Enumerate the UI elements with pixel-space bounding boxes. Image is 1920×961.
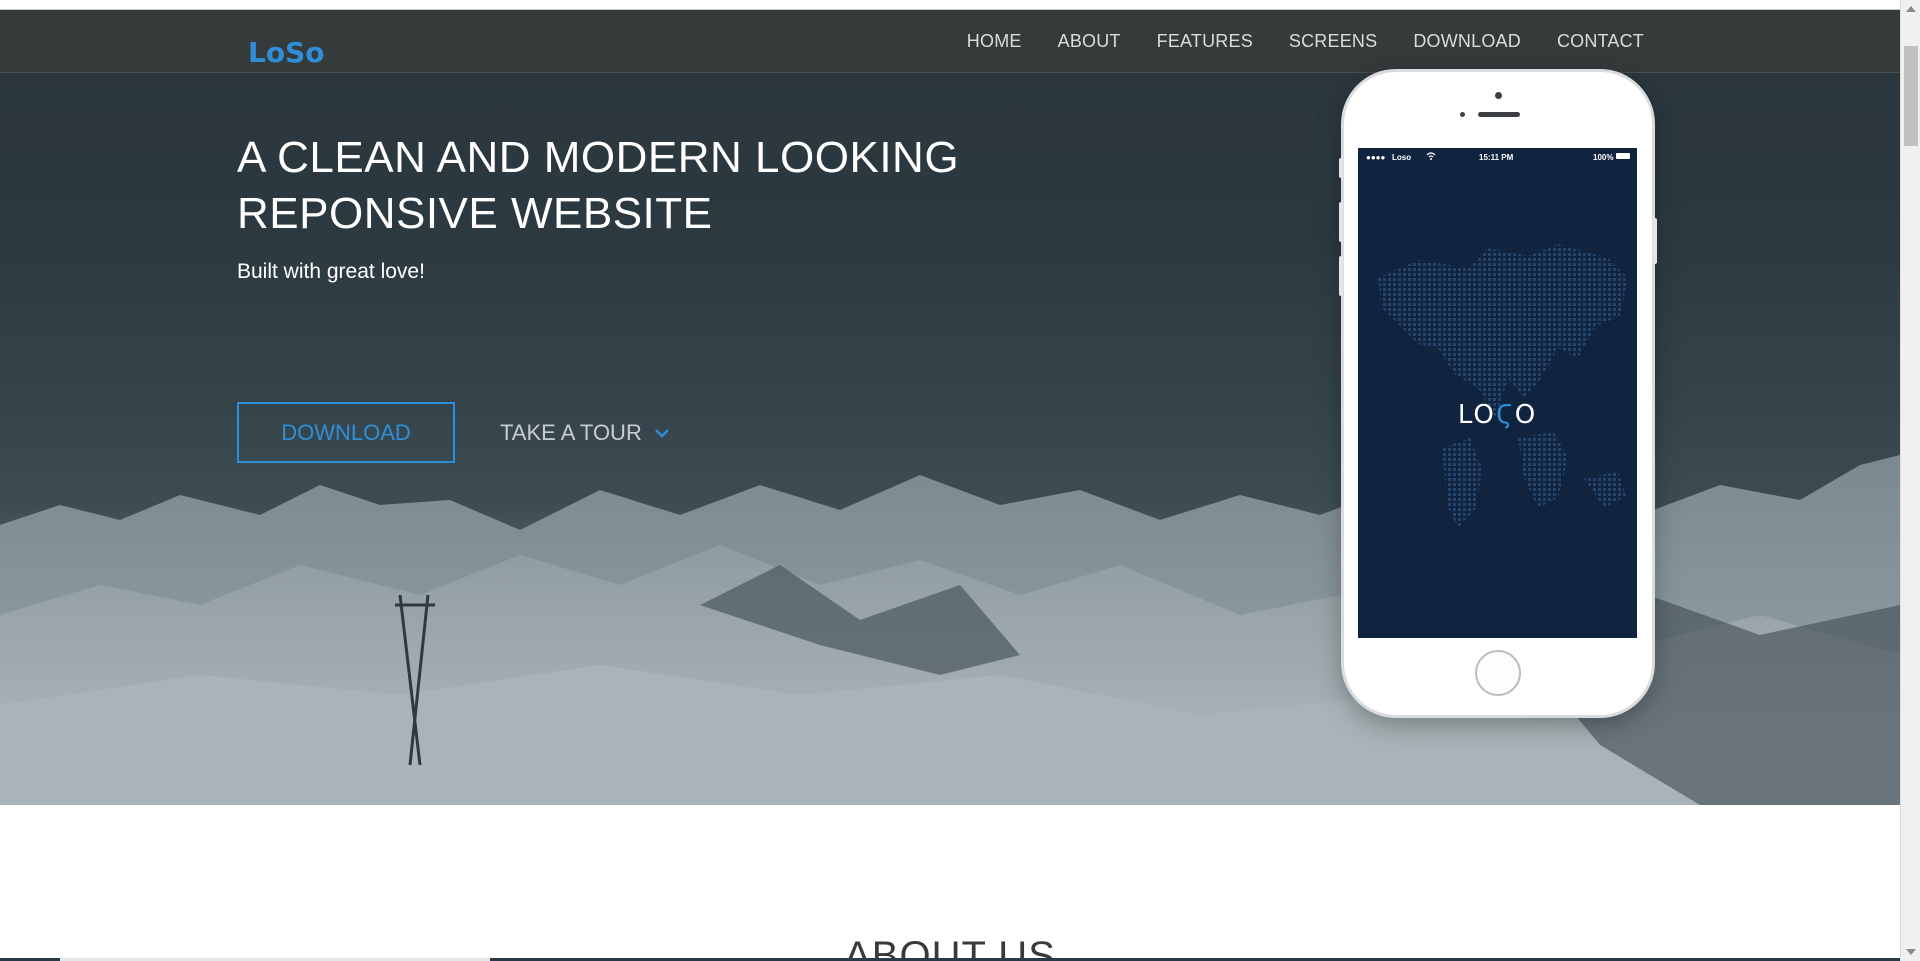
phone-camera [1495,92,1502,99]
scrollbar-thumb[interactable] [1904,46,1918,146]
app-logo-left: LO [1457,400,1496,430]
phone-sensor [1460,112,1465,117]
hero-title: A CLEAN AND MODERN LOOKING REPONSIVE WEB… [237,130,997,242]
hero-title-line1: A CLEAN AND MODERN LOOKING [237,133,960,182]
world-map-dots [1378,244,1628,528]
browser-top-strip [0,0,1900,10]
scroll-up-arrow-icon[interactable] [1906,6,1916,12]
phone-mockup: ●●●● Loso 15:11 PM 100% LOϚO [1339,72,1657,715]
phone-speaker [1478,112,1520,117]
take-a-tour-label: TAKE A TOUR [500,419,642,445]
phone-volume-up [1339,202,1343,242]
phone-side-button [1339,158,1343,178]
browser-viewport: LoSo HOME ABOUT FEATURES SCREENS DOWNLOA… [0,0,1920,961]
phone-status-bar: ●●●● Loso 15:11 PM 100% [1358,148,1637,166]
nav-item-contact[interactable]: CONTACT [1539,31,1662,52]
app-logo: LOϚO [1358,400,1637,430]
phone-screen: ●●●● Loso 15:11 PM 100% LOϚO [1358,148,1637,638]
download-button[interactable]: DOWNLOAD [237,402,455,463]
signal-icon: ●●●● [1366,153,1386,162]
brand-logo[interactable]: LoSo [248,36,324,69]
take-a-tour-button[interactable]: TAKE A TOUR [500,402,670,463]
phone-home-button [1475,650,1521,696]
nav-item-about[interactable]: ABOUT [1040,31,1139,52]
download-button-label: DOWNLOAD [281,419,411,445]
chevron-down-icon [654,428,669,438]
battery-icon [1616,153,1630,159]
phone-volume-down [1339,256,1343,296]
app-logo-accent: Ϛ [1495,400,1515,430]
nav-item-home[interactable]: HOME [949,31,1040,52]
battery-percent: 100% [1593,153,1614,162]
carrier-label: Loso [1392,153,1412,162]
nav-menu: HOME ABOUT FEATURES SCREENS DOWNLOAD CON… [949,10,1662,73]
nav-item-features[interactable]: FEATURES [1139,31,1271,52]
nav-item-download[interactable]: DOWNLOAD [1395,31,1539,52]
phone-power-button [1653,218,1657,264]
hero-title-line2: REPONSIVE WEBSITE [237,189,713,238]
wifi-icon [1426,152,1436,160]
page-scrollbar[interactable] [1900,0,1920,961]
hero-subtitle: Built with great love! [237,260,425,283]
app-logo-right: O [1514,400,1538,430]
about-section-title: ABOUT US [844,934,1056,961]
nav-item-screens[interactable]: SCREENS [1271,31,1395,52]
top-navbar: LoSo HOME ABOUT FEATURES SCREENS DOWNLOA… [0,10,1900,73]
scroll-down-arrow-icon[interactable] [1906,949,1916,955]
status-time: 15:11 PM [1479,153,1514,162]
